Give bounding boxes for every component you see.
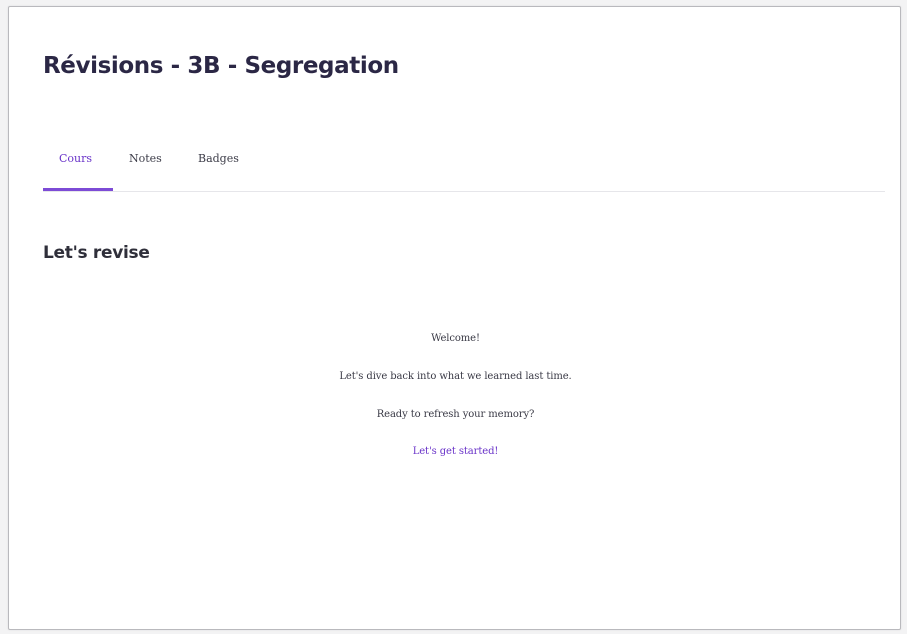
intro-text: Let's dive back into what we learned las… xyxy=(339,371,572,382)
page-title: Révisions - 3B - Segregation xyxy=(43,53,399,79)
app-window: Révisions - 3B - Segregation Cours Notes… xyxy=(8,6,901,630)
tab-bar: Cours Notes Badges xyxy=(43,149,885,192)
prompt-text: Ready to refresh your memory? xyxy=(376,409,535,420)
welcome-text: Welcome! xyxy=(431,333,480,344)
tab-notes[interactable]: Notes xyxy=(129,149,162,191)
tab-cours[interactable]: Cours xyxy=(43,149,113,191)
get-started-link[interactable]: Let's get started! xyxy=(9,446,902,457)
tab-badges[interactable]: Badges xyxy=(198,149,239,191)
section-title: Let's revise xyxy=(43,243,150,263)
